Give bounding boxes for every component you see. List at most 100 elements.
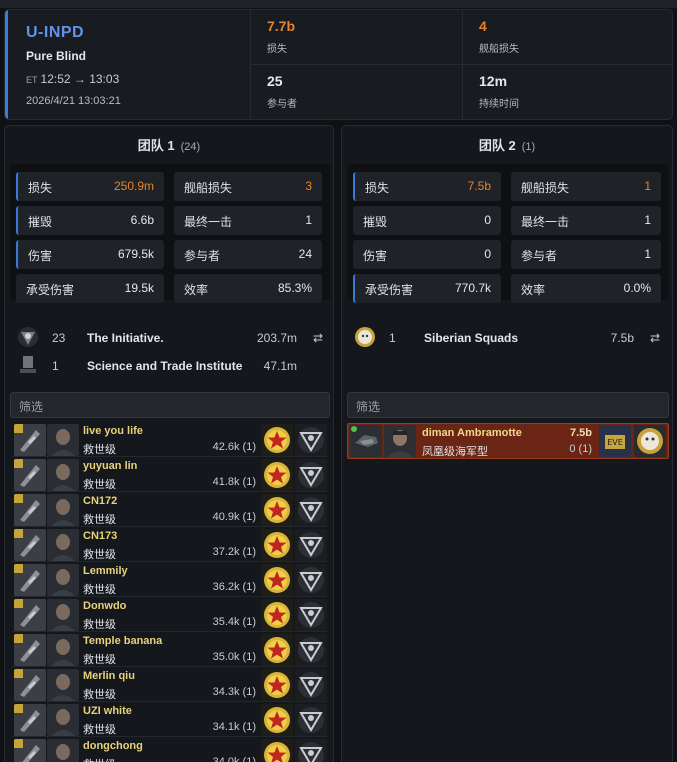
- ship-name[interactable]: 救世级: [83, 476, 116, 492]
- pilot-name[interactable]: live you life: [83, 425, 143, 437]
- ship-icon[interactable]: [14, 599, 46, 631]
- stat-cell-loss: 损失 250.9m: [16, 172, 164, 201]
- pilot-row[interactable]: dongchong 救世级 34.0k (1): [12, 738, 328, 762]
- ship-name[interactable]: 凤凰级海军型: [422, 443, 488, 459]
- alliance-logo[interactable]: [295, 459, 327, 491]
- alliance-row[interactable]: 23 The Initiative. 203.7m ⇄: [17, 326, 327, 352]
- pilot-portrait[interactable]: [47, 634, 79, 666]
- filter-input[interactable]: 筛选: [10, 392, 330, 418]
- alliance-logo[interactable]: [295, 494, 327, 526]
- stat-val: 7.5b: [467, 179, 491, 193]
- corp-logo[interactable]: EVE: [599, 425, 631, 457]
- corp-logo[interactable]: [261, 529, 293, 561]
- corp-logo[interactable]: [261, 564, 293, 596]
- alliance-logo[interactable]: [295, 424, 327, 456]
- ship-icon[interactable]: [14, 459, 46, 491]
- ship-icon[interactable]: [14, 564, 46, 596]
- system-info: U-INPD Pure Blind ET 12:52 → 13:03 2026/4…: [5, 10, 250, 119]
- loss-row[interactable]: diman Ambramotte 凤凰级海军型 7.5b 0 (1) EVE: [347, 423, 669, 459]
- alliance-pilot-count: 1: [52, 359, 59, 373]
- pilot-row[interactable]: Lemmily 救世级 36.2k (1): [12, 563, 328, 597]
- pilot-row[interactable]: Merlin qiu 救世级 34.3k (1): [12, 668, 328, 702]
- stat-label: 舰船损失: [479, 44, 519, 55]
- alliance-row[interactable]: 1 Siberian Squads 7.5b ⇄: [354, 326, 664, 352]
- pilot-name[interactable]: Temple banana: [83, 635, 162, 647]
- pilot-portrait[interactable]: [384, 425, 416, 457]
- corp-logo[interactable]: [261, 494, 293, 526]
- ship-icon[interactable]: [14, 669, 46, 701]
- alliance-logo[interactable]: [634, 425, 666, 457]
- share-icon[interactable]: ⇄: [650, 331, 660, 345]
- corp-logo[interactable]: [261, 669, 293, 701]
- pilot-portrait[interactable]: [47, 494, 79, 526]
- ship-name[interactable]: 救世级: [83, 581, 116, 597]
- corp-logo[interactable]: [261, 739, 293, 762]
- ship-name[interactable]: 救世级: [83, 511, 116, 527]
- pilot-name[interactable]: CN172: [83, 495, 117, 507]
- ship-icon[interactable]: [14, 704, 46, 736]
- alliance-row[interactable]: 1 Science and Trade Institute 47.1m: [17, 354, 327, 380]
- corp-logo[interactable]: [261, 634, 293, 666]
- pilot-name[interactable]: UZI white: [83, 705, 132, 717]
- ship-name[interactable]: 救世级: [83, 651, 116, 667]
- pilot-row[interactable]: live you life 救世级 42.6k (1): [12, 423, 328, 457]
- corp-logo[interactable]: [261, 424, 293, 456]
- pilot-name[interactable]: Merlin qiu: [83, 670, 135, 682]
- alliance-logo[interactable]: [295, 704, 327, 736]
- alliance-logo[interactable]: [295, 669, 327, 701]
- system-name[interactable]: U-INPD: [26, 24, 250, 42]
- corp-logo[interactable]: [261, 704, 293, 736]
- pilot-portrait[interactable]: [47, 459, 79, 491]
- alliance-name[interactable]: Siberian Squads: [424, 331, 518, 345]
- ship-icon[interactable]: [14, 529, 46, 561]
- alliance-isk: 203.7m: [256, 331, 297, 345]
- ship-icon[interactable]: [14, 424, 46, 456]
- pilot-portrait[interactable]: [47, 599, 79, 631]
- region-name[interactable]: Pure Blind: [26, 49, 250, 63]
- ship-name[interactable]: 救世级: [83, 686, 116, 702]
- alliance-logo[interactable]: [295, 529, 327, 561]
- pilot-portrait[interactable]: [47, 669, 79, 701]
- alliance-logo[interactable]: [295, 634, 327, 666]
- pilot-row[interactable]: UZI white 救世级 34.1k (1): [12, 703, 328, 737]
- stat-total-loss: 7.7b 损失: [250, 10, 462, 65]
- pilot-portrait[interactable]: [47, 424, 79, 456]
- pilot-row[interactable]: Donwdo 救世级 35.4k (1): [12, 598, 328, 632]
- ship-name[interactable]: 救世级: [83, 721, 116, 737]
- pilot-portrait[interactable]: [47, 704, 79, 736]
- alliance-logo[interactable]: [295, 564, 327, 596]
- stat-cell-ships-lost: 舰船损失 3: [174, 172, 322, 201]
- ship-name[interactable]: 救世级: [83, 441, 116, 457]
- pilot-name[interactable]: Donwdo: [83, 600, 126, 612]
- stat-cell-final-blow: 最终一击 1: [174, 206, 322, 235]
- ship-icon[interactable]: [350, 425, 382, 457]
- filter-input[interactable]: 筛选: [347, 392, 669, 418]
- pilot-name[interactable]: diman Ambramotte: [422, 427, 522, 439]
- damage-value: 35.0k (1): [212, 651, 256, 663]
- pilot-portrait[interactable]: [47, 739, 79, 762]
- share-icon[interactable]: ⇄: [313, 331, 323, 345]
- stat-val: 679.5k: [117, 247, 154, 261]
- alliance-logo[interactable]: [295, 599, 327, 631]
- pilot-name[interactable]: yuyuan lin: [83, 460, 137, 472]
- pilot-portrait[interactable]: [47, 529, 79, 561]
- ship-name[interactable]: 救世级: [83, 756, 116, 762]
- ship-name[interactable]: 救世级: [83, 616, 116, 632]
- alliance-name[interactable]: Science and Trade Institute: [87, 359, 242, 373]
- pilot-portrait[interactable]: [47, 564, 79, 596]
- pilot-name[interactable]: Lemmily: [83, 565, 128, 577]
- pilot-name[interactable]: dongchong: [83, 740, 143, 752]
- pilot-row[interactable]: yuyuan lin 救世级 41.8k (1): [12, 458, 328, 492]
- pilot-name[interactable]: CN173: [83, 530, 117, 542]
- ship-icon[interactable]: [14, 634, 46, 666]
- pilot-row[interactable]: CN172 救世级 40.9k (1): [12, 493, 328, 527]
- corp-logo[interactable]: [261, 599, 293, 631]
- ship-icon[interactable]: [14, 494, 46, 526]
- ship-icon[interactable]: [14, 739, 46, 762]
- alliance-logo[interactable]: [295, 739, 327, 762]
- ship-name[interactable]: 救世级: [83, 546, 116, 562]
- corp-logo[interactable]: [261, 459, 293, 491]
- pilot-row[interactable]: Temple banana 救世级 35.0k (1): [12, 633, 328, 667]
- alliance-name[interactable]: The Initiative.: [87, 331, 164, 345]
- pilot-row[interactable]: CN173 救世级 37.2k (1): [12, 528, 328, 562]
